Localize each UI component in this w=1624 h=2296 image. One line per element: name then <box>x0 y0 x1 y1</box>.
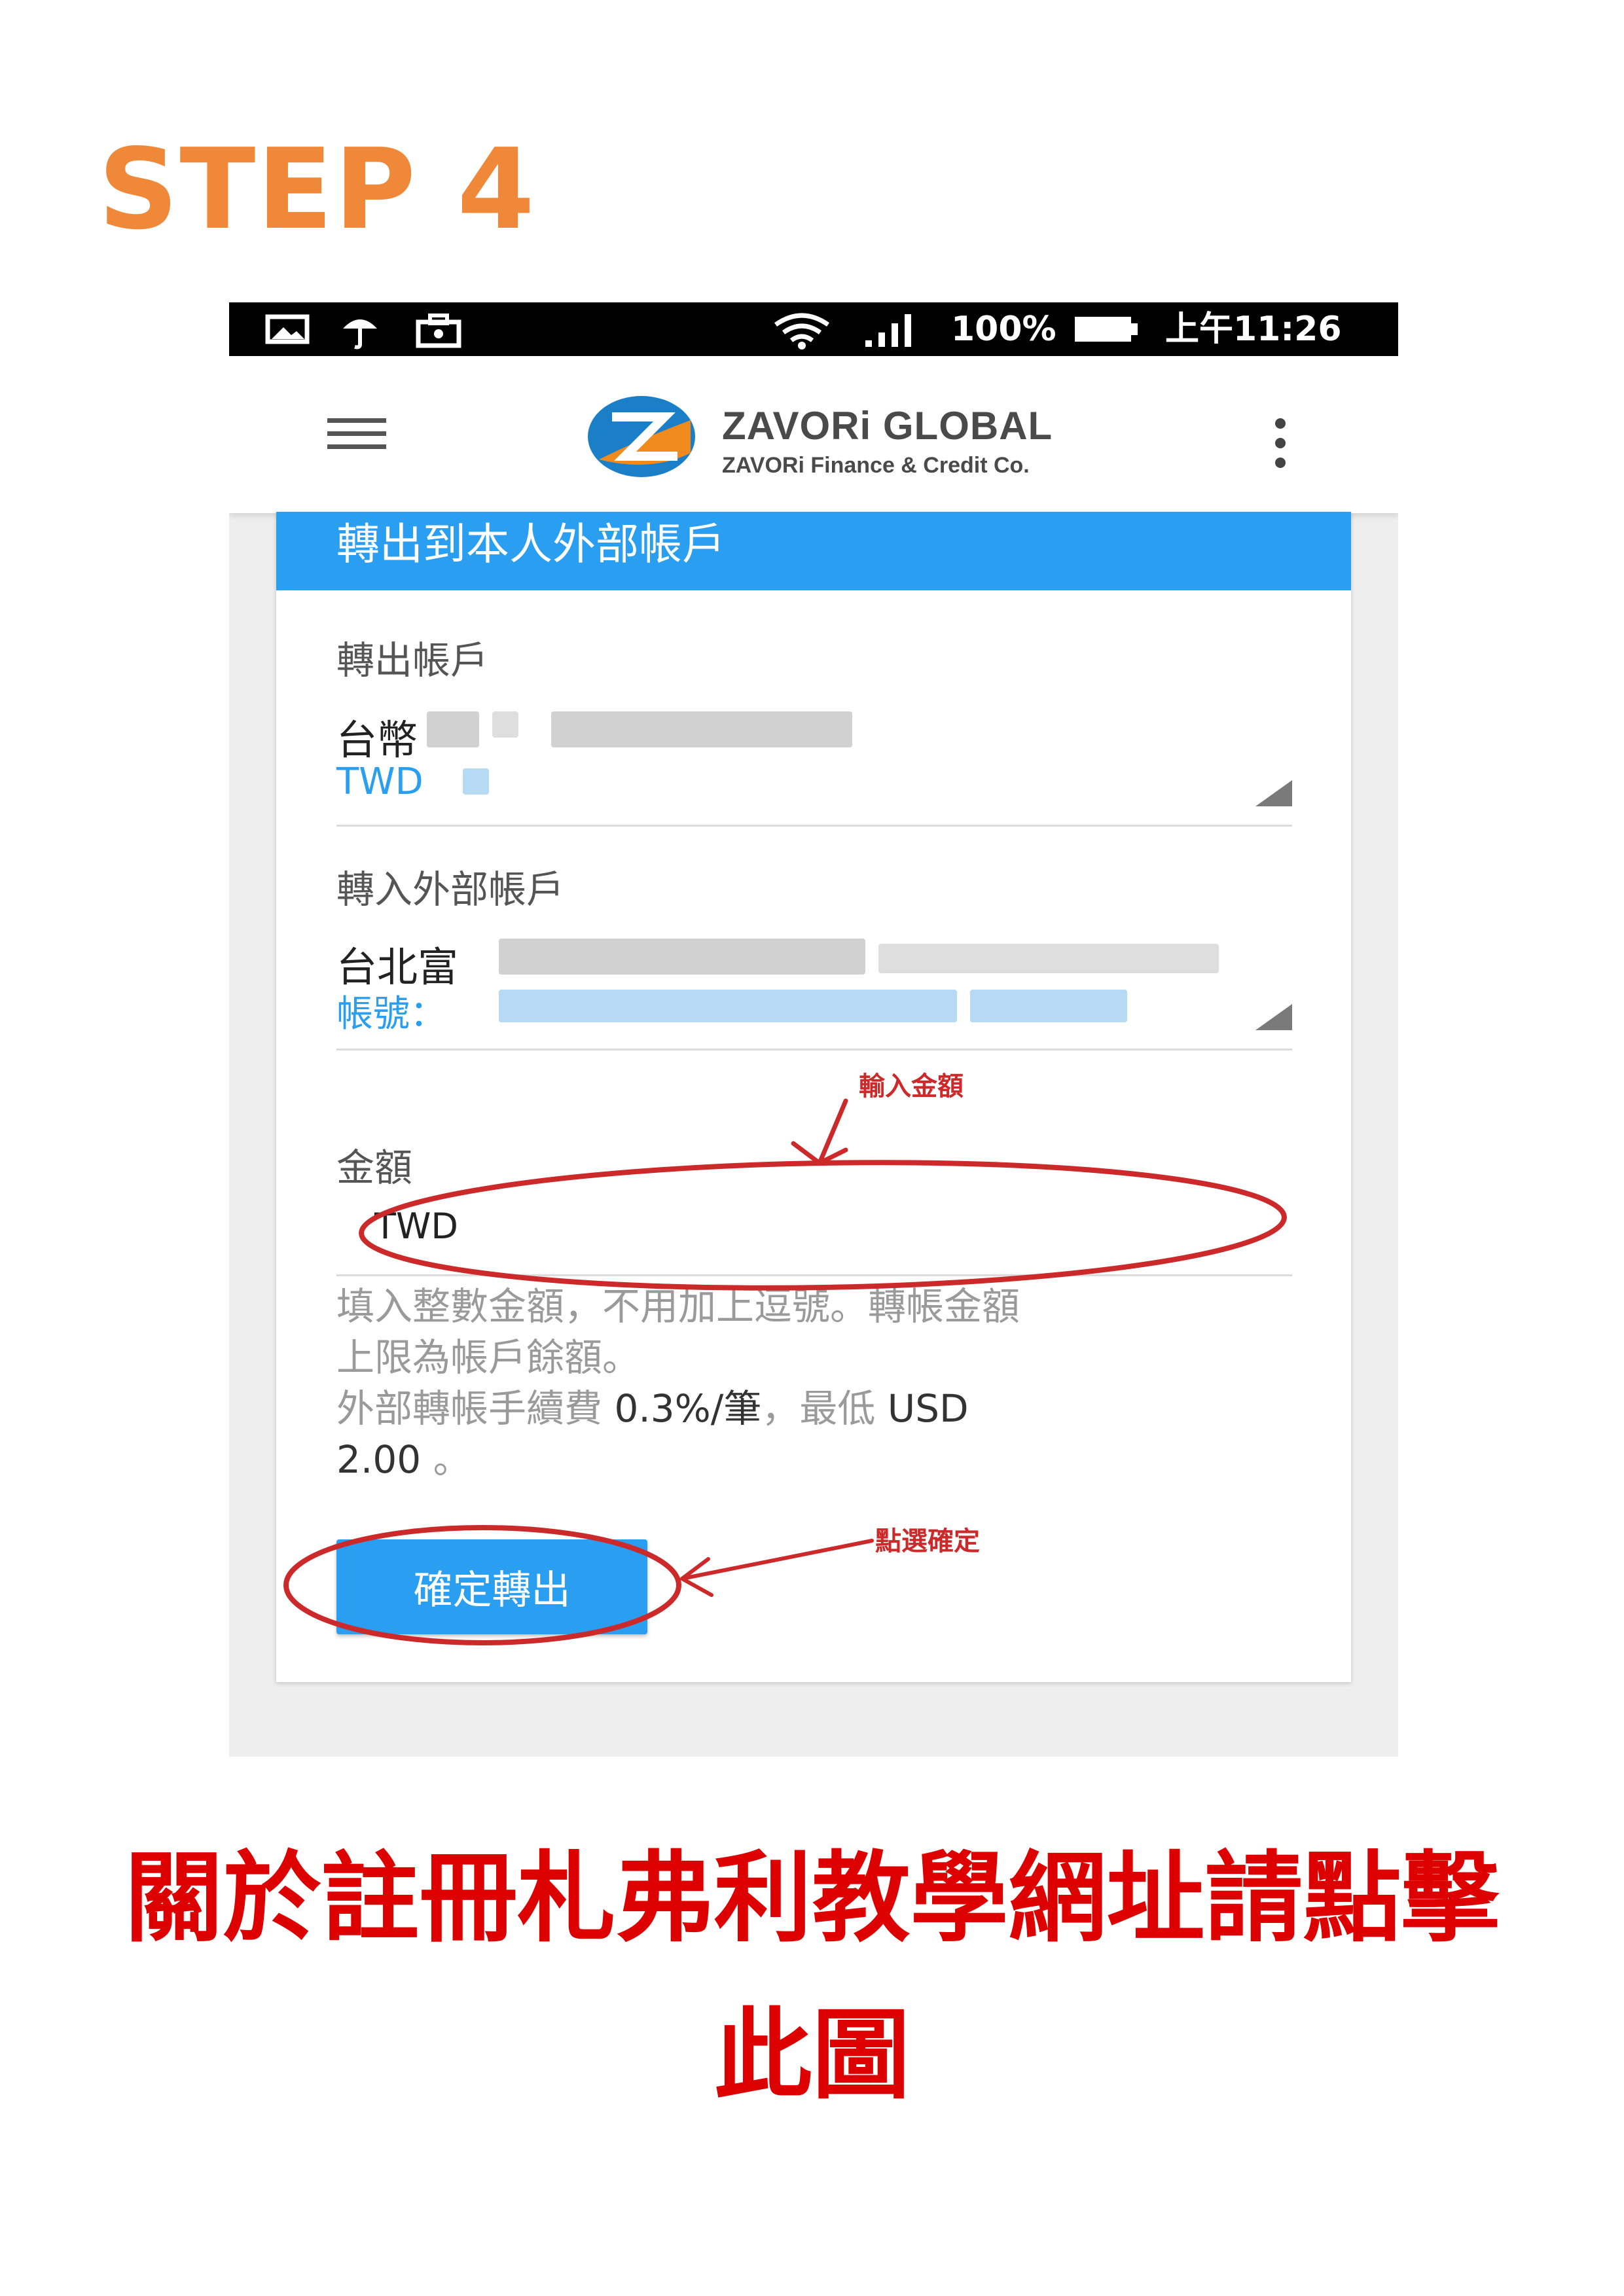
app-bar: ZAVORi GLOBAL ZAVORi Finance & Credit Co… <box>229 356 1398 513</box>
annotation-arrow-amount <box>791 1098 848 1166</box>
umbrella-icon <box>343 319 377 350</box>
annotation-circle-amount <box>359 1160 1287 1291</box>
annotation-overlay <box>283 1098 1287 1645</box>
brand-title: ZAVORi GLOBAL <box>722 404 1053 448</box>
phone-screenshot: 100% 上午11:26 ZAVORi GLOBAL ZAVORi Financ… <box>229 302 1398 1757</box>
status-bar: 100% 上午11:26 <box>229 302 1398 356</box>
annotation-circle-confirm <box>283 1525 681 1645</box>
tutorial-link-line2[interactable]: 此圖 <box>0 2006 1624 2104</box>
briefcase-icon <box>416 314 461 348</box>
transfer-form-card: 轉出到本人外部帳戶 轉出帳戶 台幣 TWD 轉入外部帳戶 台北富 帳號： 金額 <box>276 512 1351 1682</box>
photo-icon <box>265 314 310 344</box>
tutorial-link-line1[interactable]: 關於註冊札弗利教學網址請點擊 <box>0 1849 1624 1947</box>
menu-icon[interactable] <box>327 418 386 450</box>
battery-icon <box>1075 317 1138 342</box>
clock: 上午11:26 <box>1165 310 1342 349</box>
step-title: STEP 4 <box>98 125 536 255</box>
annotation-arrow-confirm <box>680 1539 874 1597</box>
brand-subtitle: ZAVORi Finance & Credit Co. <box>722 453 1030 478</box>
wifi-icon <box>774 313 830 350</box>
signal-icon <box>865 314 911 347</box>
battery-percent: 100% <box>951 310 1056 349</box>
zavori-logo-icon <box>588 396 695 477</box>
more-options-icon[interactable] <box>1270 418 1290 471</box>
